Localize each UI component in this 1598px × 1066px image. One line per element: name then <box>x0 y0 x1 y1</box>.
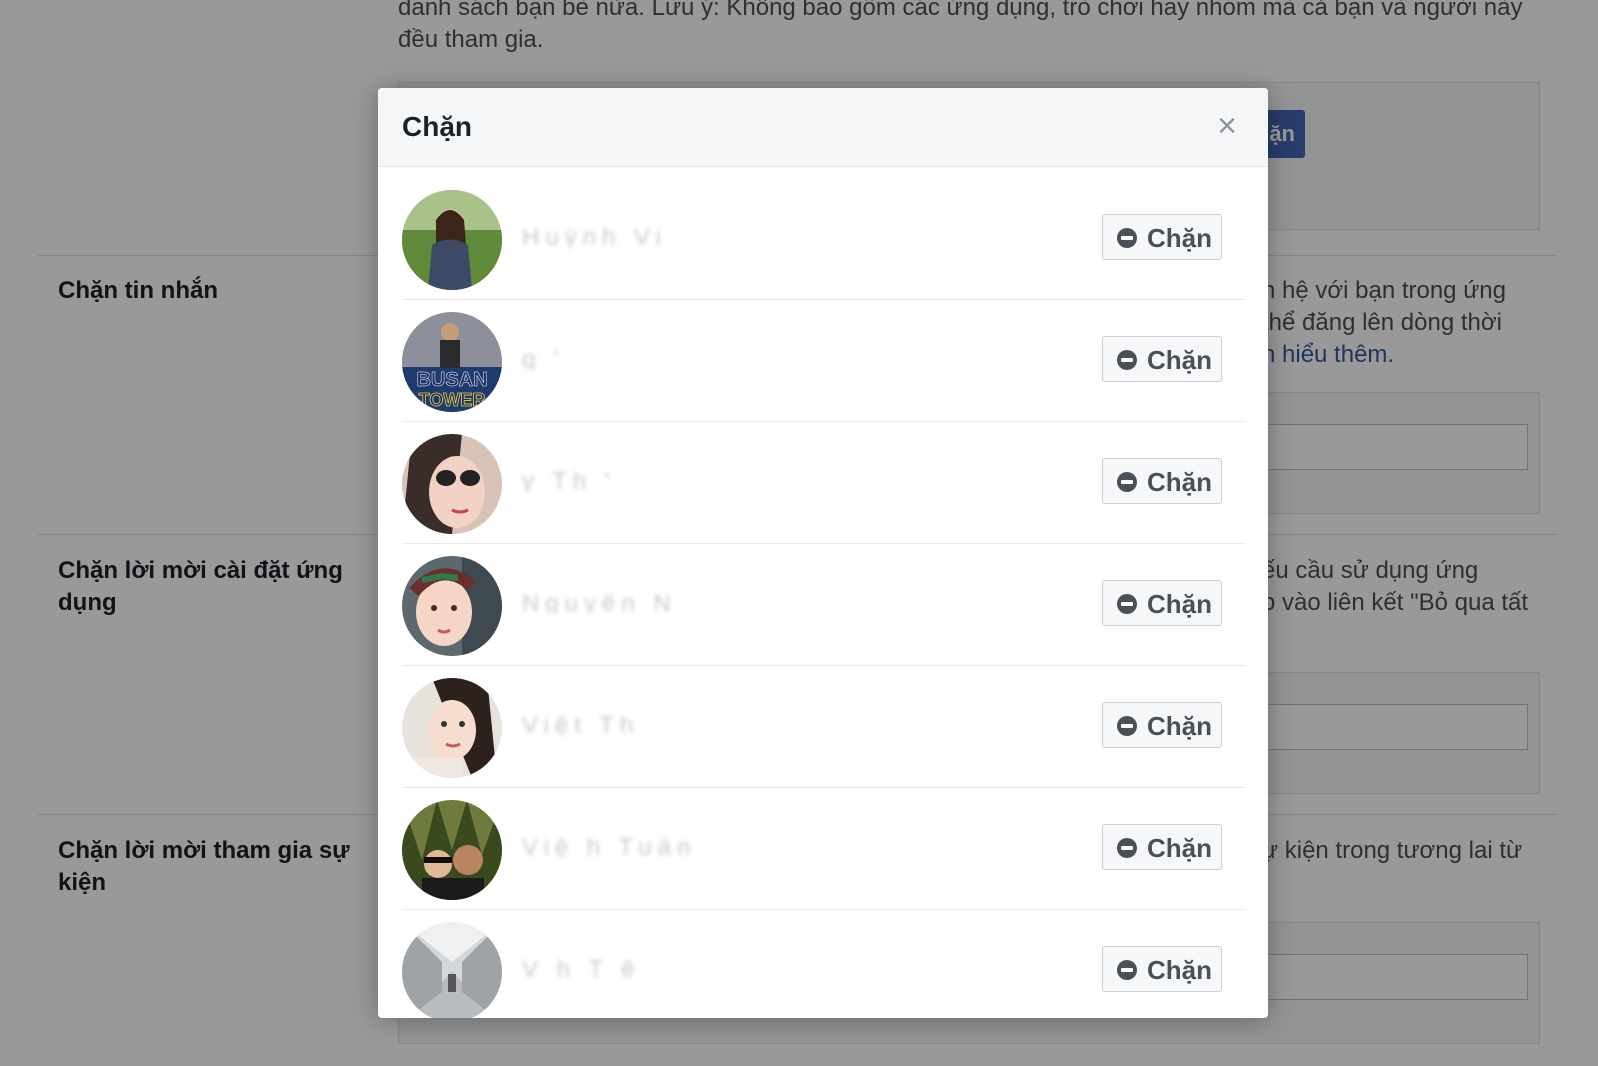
list-item: V h T ề Chặn <box>402 910 1246 1018</box>
avatar <box>402 556 502 656</box>
svg-text:BUSAN: BUSAN <box>416 369 487 391</box>
block-button[interactable]: Chặn <box>1102 824 1222 870</box>
dialog-body: Huỳnh Vi Chặn BUSAN TOWER g ' Chặn y Th ' <box>378 170 1268 1018</box>
block-icon <box>1117 472 1137 492</box>
block-button-label: Chặn <box>1147 223 1212 253</box>
list-item: y Th ' Chặn <box>402 422 1246 544</box>
person-name: Việt Th <box>522 716 640 736</box>
dialog-title: Chặn <box>402 111 472 142</box>
block-dialog: Chặn × Huỳnh Vi Chặn BUSAN TOWER g ' Chặn <box>378 88 1268 1018</box>
svg-text:TOWER: TOWER <box>419 390 486 410</box>
person-name: y Th ' <box>522 472 616 492</box>
avatar <box>402 800 502 900</box>
person-name: Việ h Tuấn <box>522 838 697 858</box>
list-item: BUSAN TOWER g ' Chặn <box>402 300 1246 422</box>
avatar: BUSAN TOWER <box>402 312 502 412</box>
block-button-label: Chặn <box>1147 589 1212 619</box>
avatar <box>402 434 502 534</box>
block-icon <box>1117 838 1137 858</box>
avatar <box>402 678 502 778</box>
block-icon <box>1117 594 1137 614</box>
list-item: Việt Th Chặn <box>402 666 1246 788</box>
avatar <box>402 922 502 1018</box>
block-icon <box>1117 716 1137 736</box>
list-item: Việ h Tuấn Chặn <box>402 788 1246 910</box>
avatar <box>402 190 502 290</box>
block-button-label: Chặn <box>1147 467 1212 497</box>
block-button-label: Chặn <box>1147 833 1212 863</box>
block-button[interactable]: Chặn <box>1102 702 1222 748</box>
person-name: Huỳnh Vi <box>522 228 667 248</box>
list-item: Huỳnh Vi Chặn <box>402 178 1246 300</box>
block-icon <box>1117 960 1137 980</box>
block-button[interactable]: Chặn <box>1102 458 1222 504</box>
block-button[interactable]: Chặn <box>1102 946 1222 992</box>
person-name: g ' <box>522 350 565 370</box>
block-button-label: Chặn <box>1147 711 1212 741</box>
block-icon <box>1117 350 1137 370</box>
close-icon[interactable]: × <box>1212 109 1242 143</box>
block-button-label: Chặn <box>1147 955 1212 985</box>
block-button-label: Chặn <box>1147 345 1212 375</box>
list-item: Nguyễn N Chặn <box>402 544 1246 666</box>
block-icon <box>1117 228 1137 248</box>
person-name: Nguyễn N <box>522 594 677 614</box>
block-button[interactable]: Chặn <box>1102 336 1222 382</box>
person-name: V h T ề <box>522 960 641 980</box>
dialog-header: Chặn × <box>378 88 1268 167</box>
block-button[interactable]: Chặn <box>1102 580 1222 626</box>
block-button[interactable]: Chặn <box>1102 214 1222 260</box>
